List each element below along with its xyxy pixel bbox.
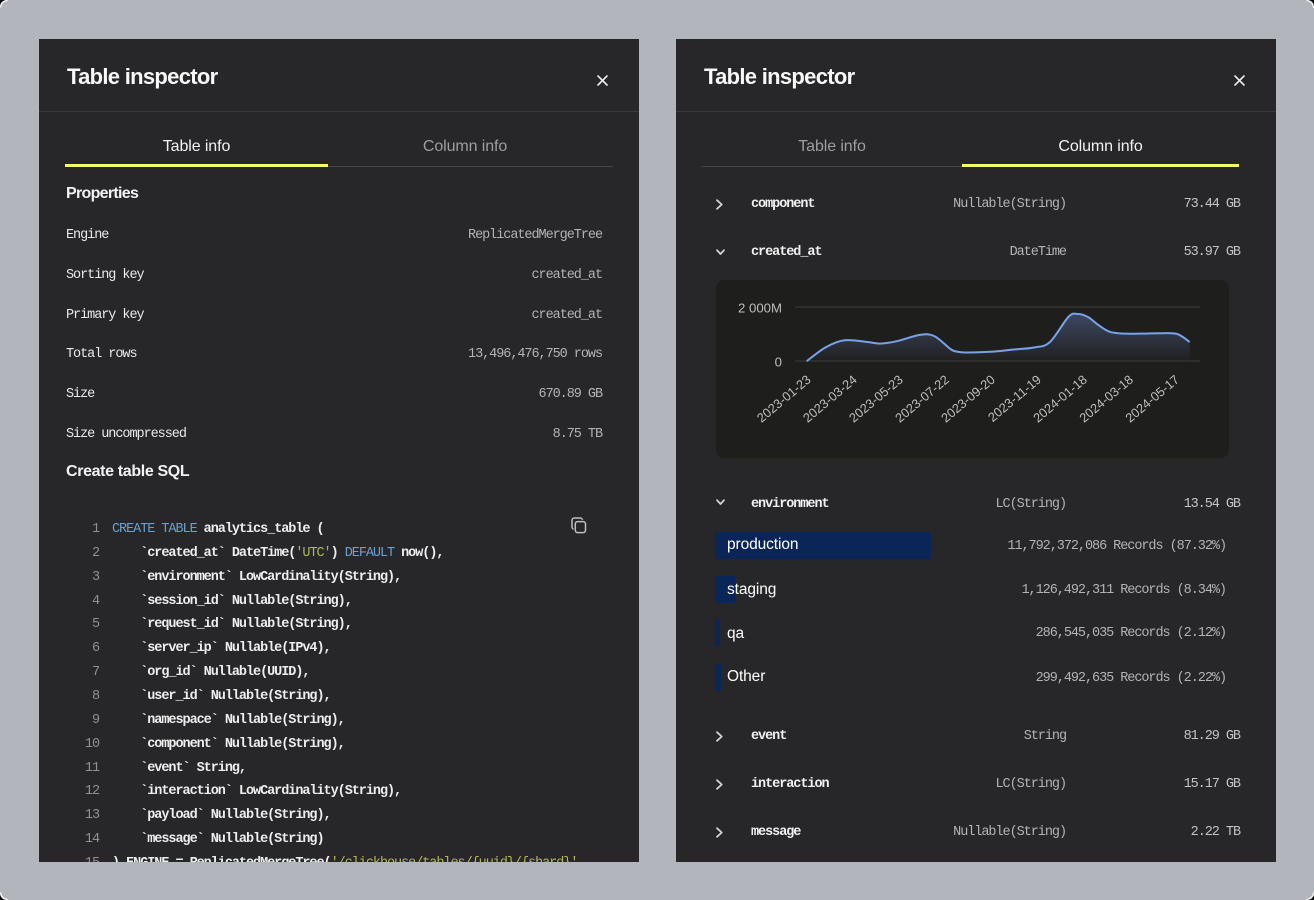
svg-text:2 000M: 2 000M	[738, 301, 782, 316]
svg-text:0: 0	[775, 355, 782, 370]
